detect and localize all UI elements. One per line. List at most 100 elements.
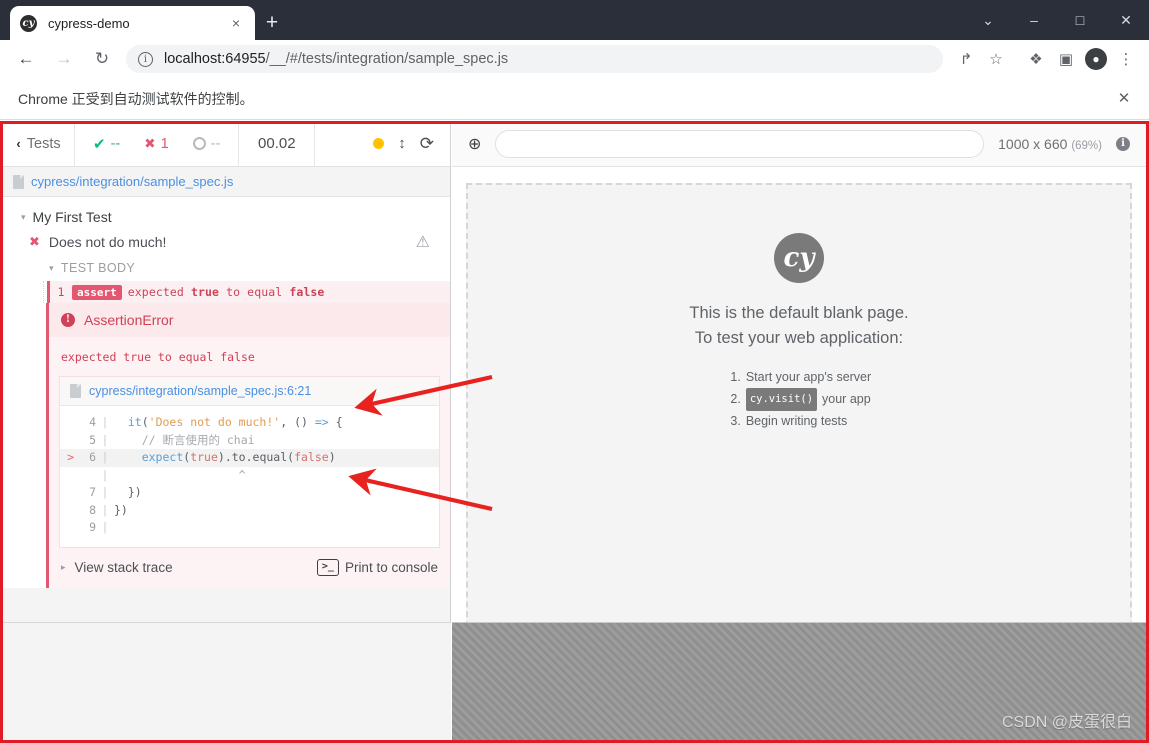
selector-playground-icon[interactable]: ⊕: [468, 134, 481, 154]
address-bar-url: localhost:64955/__/#/tests/integration/s…: [164, 51, 508, 67]
paused-dot-icon[interactable]: [373, 138, 385, 149]
suite-name: My First Test: [32, 209, 112, 225]
warning-triangle-icon[interactable]: ⚠: [416, 232, 430, 252]
cmd-msg-pre: expected: [127, 285, 191, 299]
screenshot-root: cy cypress-demo × + ⌄ – □ ✕ ← → ↻ i loca…: [0, 0, 1149, 743]
reporter-stats: ✔ -- ✖ 1 --: [75, 121, 240, 167]
code-line-marker: >: [67, 450, 74, 464]
code-line-marker: [60, 502, 74, 520]
side-panel-icon[interactable]: ▣: [1051, 44, 1081, 74]
site-info-icon[interactable]: i: [138, 51, 153, 67]
code-line-number: 5: [89, 432, 96, 447]
code-line-marker: [60, 484, 74, 502]
chevron-down-icon: ▾: [49, 262, 54, 273]
test-row[interactable]: ✖ Does not do much! ⚠: [3, 229, 450, 255]
error-badge-icon: !: [61, 313, 75, 327]
spec-file-path[interactable]: cypress/integration/sample_spec.js: [3, 167, 450, 197]
error-footer: ▸ View stack trace >_ Print to console: [49, 548, 450, 588]
code-line: 4 | it('Does not do much!', () => {: [60, 414, 439, 432]
code-line-marker: [60, 519, 74, 537]
blank-page-step: 3. Begin writing tests: [727, 411, 871, 432]
back-to-tests-button[interactable]: ‹ Tests: [3, 121, 75, 167]
print-to-console-label: Print to console: [344, 559, 438, 575]
code-line-text: }): [114, 502, 128, 520]
back-icon[interactable]: ←: [10, 43, 42, 75]
maximize-window-icon[interactable]: □: [1057, 0, 1103, 40]
close-window-icon[interactable]: ✕: [1103, 0, 1149, 40]
url-path: /__/#/tests/integration/sample_spec.js: [265, 51, 509, 67]
stat-pending: --: [181, 136, 233, 152]
error-title: AssertionError: [84, 312, 174, 328]
stat-failed-value: 1: [160, 135, 169, 152]
error-message: expected true to equal false: [61, 350, 255, 364]
next-step-icon[interactable]: ↕: [398, 135, 406, 152]
chevron-left-icon: ‹: [16, 136, 21, 151]
url-host: localhost:64955: [164, 51, 266, 67]
stat-passed-value: --: [110, 135, 121, 152]
circle-pending-icon: [192, 137, 206, 150]
code-line-number: 4: [89, 415, 96, 429]
step-text: Start your app's server: [745, 370, 872, 384]
extensions-puzzle-icon[interactable]: ❖: [1021, 44, 1051, 74]
code-line-separator: |: [101, 450, 109, 464]
code-line-number: 9: [89, 520, 96, 534]
minimize-window-icon[interactable]: –: [1011, 0, 1057, 40]
code-token: (: [141, 415, 149, 429]
view-stack-trace-button[interactable]: ▸ View stack trace: [61, 560, 173, 575]
blank-page-line1: This is the default blank page.: [689, 304, 909, 322]
browser-menu-icon[interactable]: ⋮: [1111, 44, 1141, 74]
step-text-after: your app: [822, 392, 871, 406]
test-name: Does not do much!: [48, 234, 167, 250]
command-number: 1: [57, 285, 65, 299]
infobar-close-icon[interactable]: ✕: [1113, 88, 1135, 110]
aut-url-input[interactable]: [495, 129, 985, 158]
command-list: 1 assert expected true to equal false: [43, 281, 450, 303]
browser-tab[interactable]: cy cypress-demo ×: [10, 6, 255, 40]
code-line: | ^: [60, 467, 439, 485]
command-row[interactable]: 1 assert expected true to equal false: [47, 281, 450, 303]
viewport-info-icon[interactable]: i: [1116, 136, 1130, 151]
code-token: // 断言使用的 chai: [114, 432, 255, 447]
cmd-msg-expected: true: [190, 285, 220, 299]
close-tab-icon[interactable]: ×: [227, 14, 245, 32]
code-token: =>: [314, 415, 329, 429]
test-body-header[interactable]: ▾ TEST BODY: [3, 255, 450, 281]
code-frame-header[interactable]: cypress/integration/sample_spec.js:6:21: [60, 377, 439, 406]
code-token: 'Does not do much!': [148, 415, 281, 429]
code-frame-file-link: cypress/integration/sample_spec.js:6:21: [89, 384, 312, 398]
blank-page-step: 1. Start your app's server: [727, 367, 871, 388]
address-bar[interactable]: i localhost:64955/__/#/tests/integration…: [126, 45, 943, 73]
profile-avatar[interactable]: ●: [1081, 44, 1111, 74]
bookmark-star-icon[interactable]: ☆: [981, 44, 1011, 74]
code-line: >6 | expect(true).to.equal(false): [60, 449, 439, 467]
reporter-content: ‹ Tests ✔ -- ✖ 1 -- 00.02 ↕ ⟳ cypress/in…: [3, 121, 450, 588]
test-failed-icon: ✖: [29, 234, 40, 249]
cypress-favicon-icon: cy: [20, 14, 37, 32]
print-to-console-button[interactable]: >_ Print to console: [316, 558, 438, 576]
cmd-msg-mid: to equal: [219, 285, 290, 299]
suite-row[interactable]: ▾ My First Test: [3, 205, 450, 229]
tab-search-icon[interactable]: ⌄: [965, 0, 1011, 40]
spec-file-path-label: cypress/integration/sample_spec.js: [31, 174, 234, 189]
blank-page-line2: To test your web application:: [694, 329, 904, 347]
stat-failed: ✖ 1: [132, 136, 180, 152]
back-to-tests-label: Tests: [26, 135, 61, 152]
error-header: ! AssertionError: [49, 303, 450, 337]
forward-icon[interactable]: →: [48, 43, 80, 75]
viewport-dimensions: 1000 x 660: [998, 135, 1068, 152]
file-icon: [70, 384, 81, 398]
new-tab-button[interactable]: +: [258, 9, 286, 37]
share-icon[interactable]: ↱: [951, 44, 981, 74]
window-controls: ⌄ – □ ✕: [965, 0, 1149, 40]
view-stack-trace-label: View stack trace: [74, 559, 173, 575]
file-icon: [13, 174, 24, 189]
code-line: 9 |: [60, 519, 439, 537]
code-token: false: [294, 450, 329, 464]
reporter-header: ‹ Tests ✔ -- ✖ 1 -- 00.02 ↕ ⟳: [3, 121, 450, 167]
browser-tab-title: cypress-demo: [48, 15, 130, 31]
code-token: }): [114, 485, 142, 499]
restart-tests-icon[interactable]: ⟳: [420, 134, 434, 154]
test-duration: 00.02: [239, 121, 316, 167]
reload-icon[interactable]: ↻: [86, 43, 118, 75]
